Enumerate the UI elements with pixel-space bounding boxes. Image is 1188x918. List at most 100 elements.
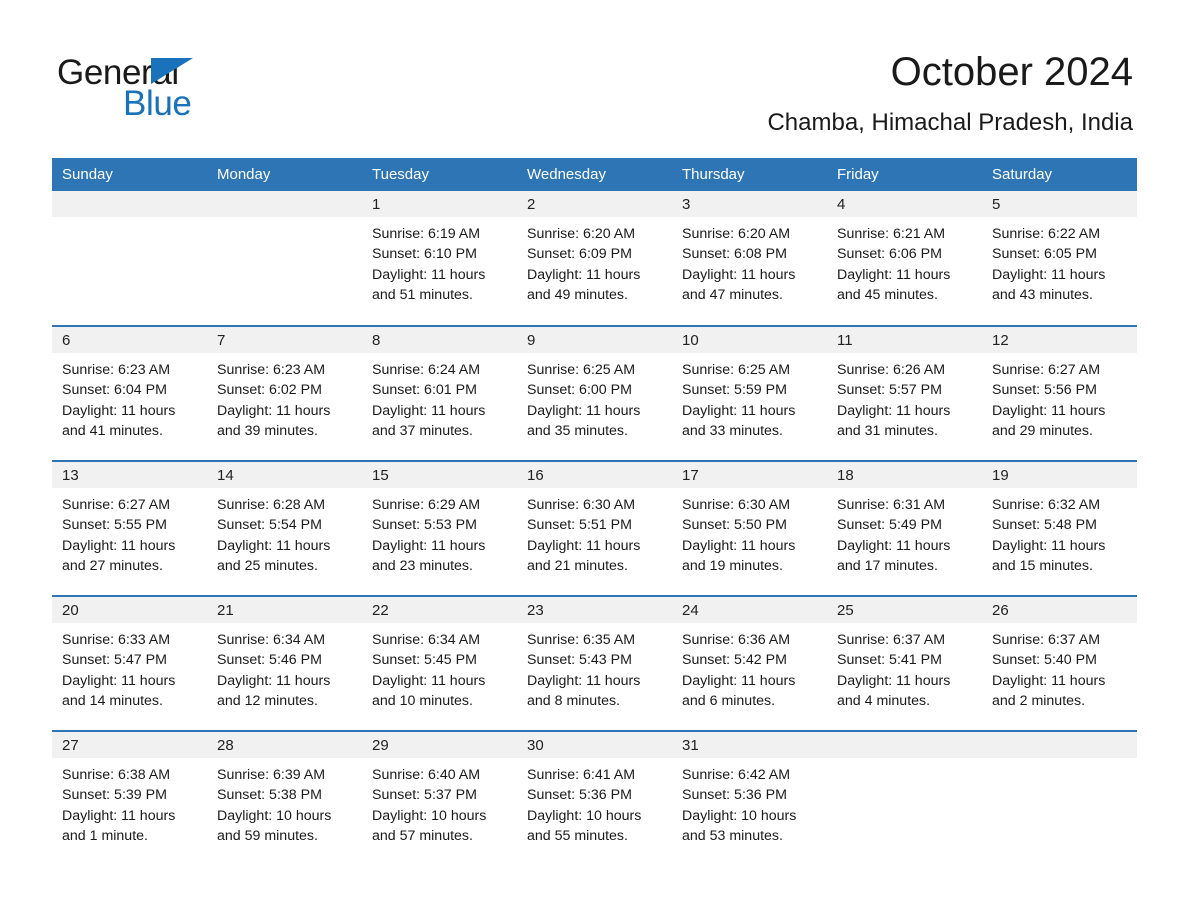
sunrise-text: Sunrise: 6:33 AM [62,632,171,648]
sunset-text: Sunset: 6:05 PM [992,246,1097,263]
sunset-text: Sunset: 6:09 PM [527,246,632,263]
daylight-text-line2: and 37 minutes. [372,422,473,439]
day-number: 15 [362,462,517,488]
calendar-day-cell[interactable]: 14 Sunrise: 6:28 AM Sunset: 5:54 PM Dayligh… [207,460,362,596]
day-number: 14 [207,462,362,488]
sunset-text: Sunset: 5:47 PM [62,652,167,669]
calendar-day-cell[interactable]: 10 Sunrise: 6:25 AM Sunset: 5:59 PM Dayligh… [672,325,827,461]
calendar-day-cell[interactable]: 12 Sunrise: 6:27 AM Sunset: 5:56 PM Dayligh… [982,325,1137,461]
day-details: Sunrise: 6:33 AM Sunset: 5:47 PM Daylight:… [52,623,207,711]
calendar-cell-empty [982,730,1137,866]
daylight-text-line2: and 31 minutes. [837,422,938,439]
day-number: 3 [672,191,827,217]
sunset-text: Sunset: 5:45 PM [372,652,477,669]
daylight-text-line2: and 12 minutes. [217,692,318,709]
daylight-text-line1: Daylight: 10 hours [682,807,797,824]
sunrise-text: Sunrise: 6:21 AM [837,226,946,242]
day-number: 22 [362,597,517,623]
calendar-day-cell[interactable]: 23 Sunrise: 6:35 AM Sunset: 5:43 PM Dayligh… [517,595,672,731]
day-details: Sunrise: 6:36 AM Sunset: 5:42 PM Daylight:… [672,623,827,711]
day-details: Sunrise: 6:34 AM Sunset: 5:46 PM Daylight:… [207,623,362,711]
calendar-day-cell[interactable]: 27 Sunrise: 6:38 AM Sunset: 5:39 PM Dayligh… [52,730,207,866]
day-number: 2 [517,191,672,217]
day-details: Sunrise: 6:26 AM Sunset: 5:57 PM Daylight:… [827,353,982,441]
calendar-body: 1 Sunrise: 6:19 AM Sunset: 6:10 PM Daylight… [52,191,1137,866]
day-number [52,191,207,217]
sunrise-text: Sunrise: 6:37 AM [837,632,946,648]
weekday-header-friday: Friday [827,158,982,191]
calendar-day-cell[interactable]: 31 Sunrise: 6:42 AM Sunset: 5:36 PM Dayligh… [672,730,827,866]
day-details: Sunrise: 6:25 AM Sunset: 6:00 PM Daylight:… [517,353,672,441]
day-details: Sunrise: 6:22 AM Sunset: 6:05 PM Daylight:… [982,217,1137,305]
daylight-text-line1: Daylight: 11 hours [527,537,641,554]
calendar-day-cell[interactable]: 3 Sunrise: 6:20 AM Sunset: 6:08 PM Daylight… [672,191,827,326]
calendar-day-cell[interactable]: 6 Sunrise: 6:23 AM Sunset: 6:04 PM Daylight… [52,325,207,461]
calendar-day-cell[interactable]: 17 Sunrise: 6:30 AM Sunset: 5:50 PM Dayligh… [672,460,827,596]
sunset-text: Sunset: 5:54 PM [217,517,322,534]
daylight-text-line2: and 15 minutes. [992,557,1093,574]
logo-triangle-icon [151,58,193,84]
day-details: Sunrise: 6:39 AM Sunset: 5:38 PM Daylight:… [207,758,362,846]
sunrise-text: Sunrise: 6:42 AM [682,767,791,783]
calendar-day-cell[interactable]: 9 Sunrise: 6:25 AM Sunset: 6:00 PM Daylight… [517,325,672,461]
calendar-day-cell[interactable]: 15 Sunrise: 6:29 AM Sunset: 5:53 PM Dayligh… [362,460,517,596]
sunrise-text: Sunrise: 6:27 AM [62,497,171,513]
calendar-day-cell[interactable]: 7 Sunrise: 6:23 AM Sunset: 6:02 PM Daylight… [207,325,362,461]
day-details: Sunrise: 6:40 AM Sunset: 5:37 PM Daylight:… [362,758,517,846]
general-blue-logo[interactable]: General Blue [57,52,317,128]
calendar-day-cell[interactable]: 18 Sunrise: 6:31 AM Sunset: 5:49 PM Dayligh… [827,460,982,596]
day-number: 21 [207,597,362,623]
daylight-text-line1: Daylight: 11 hours [527,672,641,689]
sunrise-text: Sunrise: 6:39 AM [217,767,326,783]
day-number: 29 [362,732,517,758]
daylight-text-line2: and 14 minutes. [62,692,163,709]
day-number: 28 [207,732,362,758]
calendar-day-cell[interactable]: 20 Sunrise: 6:33 AM Sunset: 5:47 PM Dayligh… [52,595,207,731]
calendar-day-cell[interactable]: 16 Sunrise: 6:30 AM Sunset: 5:51 PM Dayligh… [517,460,672,596]
day-details: Sunrise: 6:28 AM Sunset: 5:54 PM Daylight:… [207,488,362,576]
sunrise-text: Sunrise: 6:36 AM [682,632,791,648]
calendar-day-cell[interactable]: 30 Sunrise: 6:41 AM Sunset: 5:36 PM Dayligh… [517,730,672,866]
calendar-day-cell[interactable]: 8 Sunrise: 6:24 AM Sunset: 6:01 PM Daylight… [362,325,517,461]
daylight-text-line2: and 23 minutes. [372,557,473,574]
day-details: Sunrise: 6:21 AM Sunset: 6:06 PM Daylight:… [827,217,982,305]
calendar-day-cell[interactable]: 2 Sunrise: 6:20 AM Sunset: 6:09 PM Daylight… [517,191,672,326]
calendar-day-cell[interactable]: 19 Sunrise: 6:32 AM Sunset: 5:48 PM Dayligh… [982,460,1137,596]
calendar-day-cell[interactable]: 22 Sunrise: 6:34 AM Sunset: 5:45 PM Dayligh… [362,595,517,731]
sunrise-text: Sunrise: 6:34 AM [372,632,481,648]
day-details: Sunrise: 6:42 AM Sunset: 5:36 PM Daylight:… [672,758,827,846]
calendar-day-cell[interactable]: 21 Sunrise: 6:34 AM Sunset: 5:46 PM Dayligh… [207,595,362,731]
calendar-week-row: 13 Sunrise: 6:27 AM Sunset: 5:55 PM Dayligh… [52,460,1137,596]
day-number: 30 [517,732,672,758]
daylight-text-line2: and 49 minutes. [527,286,628,303]
calendar-day-cell[interactable]: 5 Sunrise: 6:22 AM Sunset: 6:05 PM Daylight… [982,191,1137,326]
calendar-day-cell[interactable]: 11 Sunrise: 6:26 AM Sunset: 5:57 PM Dayligh… [827,325,982,461]
calendar-week-row: 1 Sunrise: 6:19 AM Sunset: 6:10 PM Daylight… [52,191,1137,326]
daylight-text-line2: and 6 minutes. [682,692,776,709]
day-number [207,191,362,217]
sunset-text: Sunset: 6:00 PM [527,382,632,399]
sunrise-text: Sunrise: 6:27 AM [992,362,1101,378]
calendar-cell-empty [52,191,207,326]
calendar-day-cell[interactable]: 28 Sunrise: 6:39 AM Sunset: 5:38 PM Dayligh… [207,730,362,866]
calendar-day-cell[interactable]: 13 Sunrise: 6:27 AM Sunset: 5:55 PM Dayligh… [52,460,207,596]
day-number: 12 [982,327,1137,353]
calendar-day-cell[interactable]: 24 Sunrise: 6:36 AM Sunset: 5:42 PM Dayligh… [672,595,827,731]
day-number: 16 [517,462,672,488]
calendar-day-cell[interactable]: 25 Sunrise: 6:37 AM Sunset: 5:41 PM Dayligh… [827,595,982,731]
calendar-day-cell[interactable]: 26 Sunrise: 6:37 AM Sunset: 5:40 PM Dayligh… [982,595,1137,731]
sunrise-text: Sunrise: 6:20 AM [682,226,791,242]
daylight-text-line2: and 39 minutes. [217,422,318,439]
daylight-text-line1: Daylight: 11 hours [682,266,796,283]
page-header: General Blue October 2024 Chamba, Himach… [0,0,1188,160]
day-number: 23 [517,597,672,623]
daylight-text-line1: Daylight: 11 hours [62,807,176,824]
calendar-day-cell[interactable]: 29 Sunrise: 6:40 AM Sunset: 5:37 PM Dayligh… [362,730,517,866]
calendar-day-cell[interactable]: 4 Sunrise: 6:21 AM Sunset: 6:06 PM Daylight… [827,191,982,326]
sunrise-text: Sunrise: 6:23 AM [62,362,171,378]
weekday-header-wednesday: Wednesday [517,158,672,191]
sunset-text: Sunset: 6:06 PM [837,246,942,263]
sunset-text: Sunset: 6:04 PM [62,382,167,399]
day-details: Sunrise: 6:37 AM Sunset: 5:41 PM Daylight:… [827,623,982,711]
calendar-day-cell[interactable]: 1 Sunrise: 6:19 AM Sunset: 6:10 PM Daylight… [362,191,517,326]
